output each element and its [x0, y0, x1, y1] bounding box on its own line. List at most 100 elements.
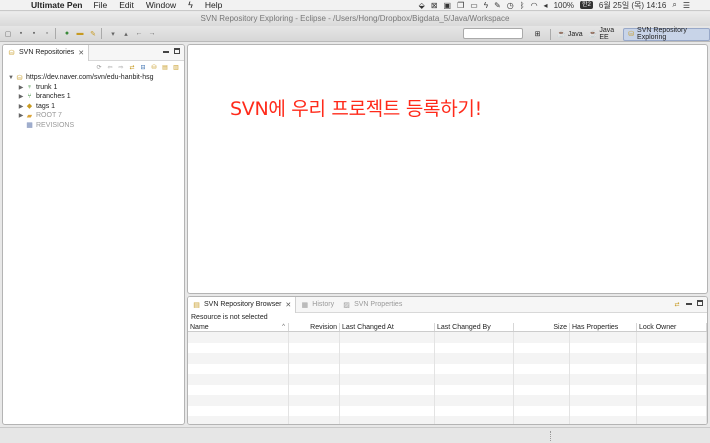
print-icon[interactable]: ▫ — [42, 29, 52, 39]
tree-node-repository[interactable]: ▼ ⛁ https://dev.naver.com/svn/edu-hanbit… — [7, 73, 184, 83]
repository-icon: ⛁ — [16, 74, 23, 82]
view-window-controls — [163, 48, 180, 54]
tab-svn-properties[interactable]: ▨ SVN Properties — [338, 297, 406, 313]
column-has-properties[interactable]: Has Properties — [570, 323, 637, 331]
copy-icon[interactable]: ❐ — [457, 1, 464, 10]
table-row — [188, 332, 707, 343]
minimize-icon[interactable] — [686, 303, 692, 305]
table-row — [188, 416, 707, 424]
tags-icon: ◆ — [26, 103, 33, 111]
maximize-icon[interactable] — [697, 300, 703, 306]
tree-node-branches[interactable]: ▶ ⑂ branches 1 — [7, 92, 184, 102]
column-size[interactable]: Size — [514, 323, 570, 331]
perspective-java-ee-label: Java EE — [599, 27, 615, 41]
tree-node-revisions[interactable]: ▦ REVISIONS — [7, 121, 184, 131]
column-lock-owner[interactable]: Lock Owner — [637, 323, 707, 331]
search-icon[interactable]: ⌕ — [672, 0, 676, 10]
app-menu[interactable]: Ultimate Pen — [31, 0, 83, 10]
close-square-icon[interactable]: ⊠ — [431, 1, 438, 10]
battery-percent[interactable]: 100% — [554, 1, 574, 10]
new-icon[interactable]: ▢ — [3, 29, 13, 39]
perspective-svn-label: SVN Repository Exploring — [637, 27, 687, 41]
wifi-icon[interactable]: ◠ — [531, 1, 538, 10]
save-icon[interactable]: ▪ — [16, 29, 26, 39]
perspective-java-ee[interactable]: ☕ Java EE — [586, 27, 624, 41]
sort-ascending-icon: ^ — [282, 324, 285, 330]
tab-svn-repository-browser[interactable]: ▤ SVN Repository Browser ✕ — [188, 297, 297, 313]
view-window-controls: ⇄ — [673, 300, 703, 308]
perspective-separator — [550, 28, 551, 40]
open-type-icon[interactable]: ▬ — [75, 29, 85, 39]
column-revision[interactable]: Revision — [289, 323, 340, 331]
menu-list-icon[interactable]: ☰ — [683, 1, 690, 10]
next-annotation-icon[interactable]: ▾ — [108, 29, 118, 39]
tab-history[interactable]: ▦ History — [296, 297, 338, 313]
volume-icon[interactable]: ◂ — [544, 1, 548, 10]
column-label: Size — [553, 324, 567, 331]
time-machine-icon[interactable]: ◷ — [507, 1, 514, 10]
repositories-toolbar: ⟳ ⇦ ⇨ ⇄ ⊟ ⛁ ▤ ▥ — [3, 61, 184, 73]
minimize-icon[interactable] — [163, 51, 169, 53]
search-tool-icon[interactable]: ✎ — [88, 29, 98, 39]
repository-icon: ⛁ — [8, 49, 15, 57]
java-ee-icon: ☕ — [588, 31, 598, 38]
link-with-editor-icon[interactable]: ⇄ — [673, 300, 681, 308]
new-repository-icon[interactable]: ⛁ — [150, 63, 158, 71]
close-icon[interactable]: ✕ — [285, 301, 291, 309]
column-label: Name — [190, 324, 209, 331]
tree-node-tags[interactable]: ▶ ◆ tags 1 — [7, 102, 184, 112]
import-icon[interactable]: ▤ — [161, 63, 169, 71]
lightning-tray-icon[interactable]: ϟ — [484, 1, 488, 10]
column-last-changed-by[interactable]: Last Changed By — [435, 323, 514, 331]
tree-node-label: branches 1 — [36, 93, 71, 101]
collapsed-icon[interactable]: ▶ — [17, 103, 25, 110]
collapsed-icon[interactable]: ▶ — [17, 93, 25, 100]
refresh-icon[interactable]: ⟳ — [95, 63, 103, 71]
link-icon[interactable]: ⇄ — [128, 63, 136, 71]
clock[interactable]: 6월 25일 (목) 14:16 — [599, 0, 666, 11]
annotation-text: SVN에 우리 프로젝트 등록하기! — [230, 98, 482, 120]
column-name[interactable]: Name ^ — [188, 323, 289, 331]
airplay-icon[interactable]: ▭ — [470, 1, 478, 10]
collapsed-icon[interactable]: ▶ — [17, 84, 25, 91]
forward-icon[interactable]: → — [147, 29, 157, 39]
tab-label: SVN Repositories — [19, 49, 75, 56]
svn-icon: ⛁ — [628, 31, 635, 38]
back-nav-icon[interactable]: ⇦ — [106, 63, 114, 71]
perspective-svn[interactable]: ⛁ SVN Repository Exploring — [623, 27, 710, 41]
collapsed-icon[interactable]: ▶ — [17, 112, 25, 119]
main-toolbar: ▢ ▪ ▪ ▫ ● ▬ ✎ ▾ ▴ ← → ⊞ ☕ Java ☕ Java EE… — [0, 26, 710, 42]
prev-annotation-icon[interactable]: ▴ — [121, 29, 131, 39]
dropbox-icon[interactable]: ⬙ — [419, 1, 425, 10]
column-last-changed-at[interactable]: Last Changed At — [340, 323, 435, 331]
tab-svn-repositories[interactable]: ⛁ SVN Repositories ✕ — [3, 45, 90, 61]
window-icon[interactable]: ▣ — [444, 1, 452, 10]
tree-node-label: ROOT 7 — [36, 112, 62, 120]
back-icon[interactable]: ← — [134, 29, 144, 39]
status-bar-grip[interactable] — [550, 431, 552, 441]
save-all-icon[interactable]: ▪ — [29, 29, 39, 39]
menu-window[interactable]: Window — [146, 0, 176, 10]
menu-edit[interactable]: Edit — [119, 0, 134, 10]
perspective-java[interactable]: ☕ Java — [554, 28, 586, 41]
revisions-icon: ▦ — [26, 122, 33, 130]
view-menu-icon[interactable]: ▥ — [172, 63, 180, 71]
debug-icon[interactable]: ● — [62, 29, 72, 39]
editor-area[interactable]: SVN에 우리 프로젝트 등록하기! — [187, 44, 708, 294]
close-icon[interactable]: ✕ — [78, 49, 84, 57]
tree-node-trunk[interactable]: ▶ ♆ trunk 1 — [7, 83, 184, 93]
open-perspective-button[interactable]: ⊞ — [530, 28, 547, 41]
evernote-icon[interactable]: ✎ — [494, 1, 501, 10]
quick-access-input[interactable] — [463, 28, 523, 39]
collapse-all-icon[interactable]: ⊟ — [139, 63, 147, 71]
branches-icon: ⑂ — [27, 93, 32, 101]
forward-nav-icon[interactable]: ⇨ — [117, 63, 125, 71]
input-source-badge[interactable]: 한2 — [580, 1, 593, 9]
bluetooth-icon[interactable]: ᛒ — [520, 1, 525, 10]
menu-file[interactable]: File — [94, 0, 108, 10]
tree-node-root[interactable]: ▶ ▰ ROOT 7 — [7, 111, 184, 121]
maximize-icon[interactable] — [174, 48, 180, 54]
expanded-icon[interactable]: ▼ — [7, 75, 15, 81]
menu-help[interactable]: Help — [205, 0, 222, 10]
lightning-icon[interactable]: ϟ — [188, 0, 193, 10]
